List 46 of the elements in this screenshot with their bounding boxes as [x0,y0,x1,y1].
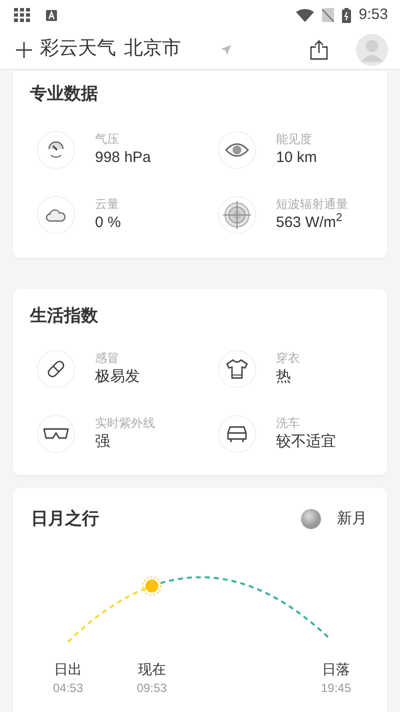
item-label: 短波辐射通量 [276,196,348,212]
target-icon [222,200,252,230]
time-value: 09:53 [136,680,167,696]
item-label: 能见度 [276,130,313,146]
item-value: 998 hPa [95,148,151,168]
add-icon[interactable] [16,42,32,58]
moon-phase: 新月 [337,508,367,528]
pill-icon [45,358,67,380]
gauge-icon [46,140,66,160]
sunglasses-icon [43,428,69,440]
time-value: 19:45 [320,680,352,696]
time-label: 日落 [322,660,350,678]
no-sim-icon [322,8,334,22]
item-label: 洗车 [276,415,301,431]
time-label: 现在 [138,660,166,678]
wifi-icon [296,8,314,22]
item-value: 极易发 [95,367,140,387]
item-label: 实时紫外线 [95,415,155,431]
eye-icon [225,142,249,158]
time-value: 04:53 [52,680,84,696]
app-name: 彩云天气 [40,37,116,62]
city-name[interactable]: 北京市 [124,35,181,64]
item-value: 热 [276,367,292,387]
item-value: 563 W/m$^{2}$ [276,212,344,232]
moon-icon [301,508,321,529]
section-title: 日月之行 [31,508,99,530]
item-label: 气压 [95,130,120,146]
share-icon[interactable] [310,40,328,60]
cloud-icon [46,208,66,222]
item-label: 云量 [95,196,120,212]
car-icon [225,425,249,443]
item-label: 感冒 [95,350,120,366]
section-title: 专业数据 [29,83,99,105]
time-label: 日出 [54,660,82,678]
shirt-icon [226,359,248,379]
keyboard-badge-icon [46,10,57,20]
apps-grid-icon [14,8,30,22]
item-value: 10 km [276,148,317,168]
section-title: 生活指数 [28,304,99,326]
item-value: 强 [95,432,111,452]
item-value: 0 % [95,212,121,232]
clock-time: 9:53 [358,4,388,25]
location-arrow-icon [221,44,231,54]
item-value: 较不适宜 [276,432,336,452]
item-label: 穿衣 [276,350,300,366]
battery-charging-icon [342,8,351,22]
